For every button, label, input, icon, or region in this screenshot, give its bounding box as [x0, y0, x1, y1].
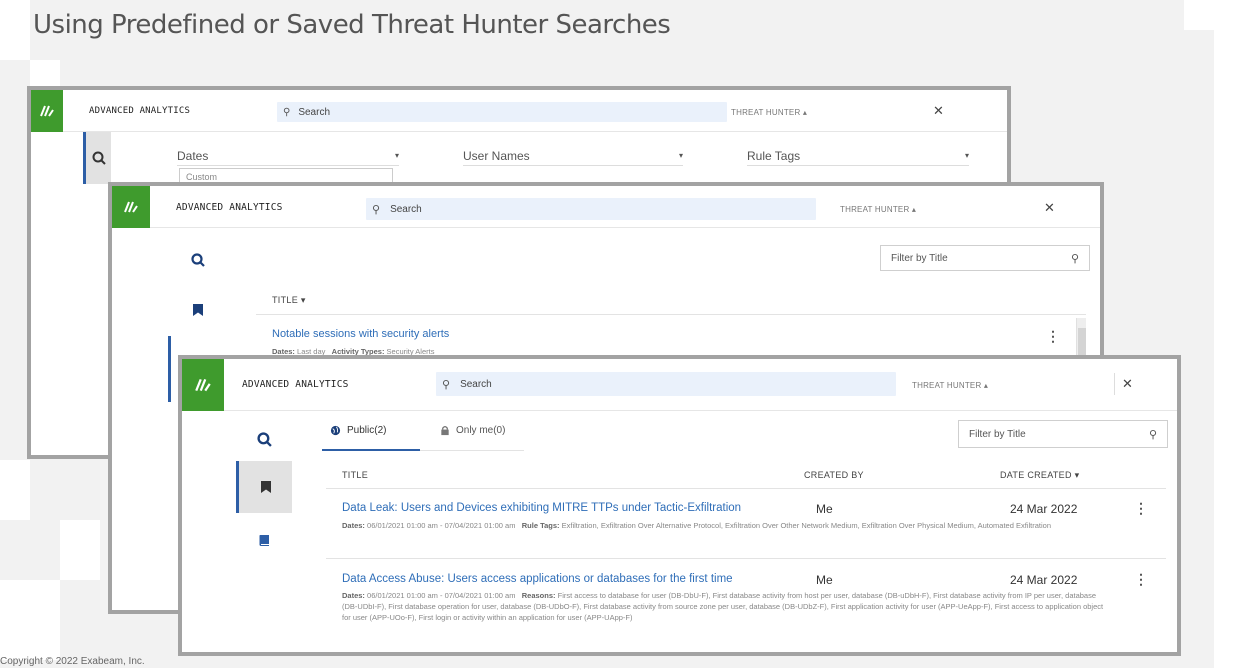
sidebar: [182, 411, 292, 652]
row-menu-button[interactable]: ⋮: [1134, 571, 1148, 588]
background-block: [0, 460, 30, 520]
search-input[interactable]: ⚲ Search: [366, 198, 816, 220]
active-tab-indicator: [322, 449, 420, 451]
rule-tags-dropdown[interactable]: Rule Tags ▾: [747, 146, 969, 166]
front-window: ADVANCED ANALYTICS ⚲ Search THREAT HUNTE…: [178, 355, 1181, 656]
tab-only-me[interactable]: Only me(0): [440, 425, 505, 436]
exabeam-logo: [31, 90, 63, 132]
search-icon: [191, 253, 205, 267]
created-by-value: Me: [816, 502, 833, 516]
close-button[interactable]: ✕: [1044, 201, 1055, 214]
filter-by-title-input[interactable]: Filter by Title ⚲: [880, 245, 1090, 271]
search-nav-button[interactable]: [236, 419, 292, 459]
search-icon: [256, 431, 272, 447]
search-icon: ⚲: [442, 378, 451, 391]
saved-searches-nav-button[interactable]: [176, 290, 220, 330]
filter-by-title-input[interactable]: Filter by Title ⚲: [958, 420, 1168, 448]
tab-public[interactable]: Public(2): [330, 425, 386, 436]
saved-search-link[interactable]: Data Access Abuse: Users access applicat…: [342, 573, 733, 585]
copyright: Copyright © 2022 Exabeam, Inc.: [0, 656, 145, 667]
brand-name: ADVANCED ANALYTICS: [89, 106, 191, 116]
header-divider: [256, 314, 1086, 315]
header-divider: [1114, 373, 1115, 395]
date-created-value: 24 Mar 2022: [1010, 502, 1078, 516]
background-block: [0, 0, 30, 60]
mode-menu[interactable]: THREAT HUNTER ▴: [840, 205, 916, 214]
search-input[interactable]: ⚲ Search: [436, 372, 896, 396]
close-button[interactable]: ✕: [1122, 377, 1133, 390]
date-created-value: 24 Mar 2022: [1010, 573, 1078, 587]
background-block: [0, 580, 60, 660]
column-header-date-created[interactable]: DATE CREATED ▾: [1000, 470, 1079, 481]
background-block: [1184, 0, 1244, 30]
mode-menu[interactable]: THREAT HUNTER ▴: [912, 381, 988, 390]
slide-title: Using Predefined or Saved Threat Hunter …: [33, 10, 671, 40]
row-menu-button[interactable]: ⋮: [1134, 500, 1148, 517]
search-icon: [92, 151, 106, 165]
sidebar: [31, 132, 111, 455]
mode-menu[interactable]: THREAT HUNTER ▴: [731, 108, 807, 117]
globe-icon: [330, 425, 341, 436]
active-nav-indicator: [168, 336, 171, 402]
search-meta: Dates: 06/01/2021 01:00 am - 07/04/2021 …: [342, 521, 1051, 530]
app-header: ADVANCED ANALYTICS ⚲ Search THREAT HUNTE…: [112, 186, 1100, 228]
search-input[interactable]: ⚲ Search: [277, 102, 727, 122]
exabeam-logo: [182, 359, 224, 411]
saved-search-link[interactable]: Notable sessions with security alerts: [272, 328, 449, 340]
header-divider: [326, 488, 1166, 489]
library-nav-button[interactable]: [236, 521, 292, 561]
close-button[interactable]: ✕: [933, 104, 944, 117]
logo-mark-icon: [124, 201, 138, 213]
search-icon: ⚲: [1148, 428, 1157, 441]
user-names-dropdown[interactable]: User Names ▾: [463, 146, 683, 166]
app-header: ADVANCED ANALYTICS ⚲ Search THREAT HUNTE…: [31, 90, 1007, 132]
brand-name: ADVANCED ANALYTICS: [242, 379, 349, 390]
row-menu-button[interactable]: ⋮: [1046, 328, 1060, 345]
dates-dropdown[interactable]: Dates ▾: [177, 146, 399, 166]
search-placeholder: Search: [390, 203, 422, 215]
brand-name: ADVANCED ANALYTICS: [176, 202, 283, 213]
logo-mark-icon: [195, 378, 211, 392]
search-icon: ⚲: [283, 106, 291, 118]
background-block: [1214, 30, 1244, 668]
column-header-title[interactable]: TITLE ▾: [272, 295, 306, 306]
row-divider: [326, 558, 1166, 559]
search-icon: ⚲: [372, 203, 381, 216]
background-block: [60, 520, 100, 580]
bookmark-icon: [193, 304, 203, 316]
tab-divider: [420, 450, 524, 451]
lock-icon: [441, 425, 449, 436]
search-placeholder: Search: [298, 106, 331, 118]
search-meta: Dates: 06/01/2021 01:00 am - 07/04/2021 …: [342, 591, 1104, 622]
column-header-title[interactable]: TITLE: [342, 470, 368, 480]
app-header: ADVANCED ANALYTICS ⚲ Search THREAT HUNTE…: [182, 359, 1177, 411]
bookmark-icon: [260, 481, 271, 493]
logo-mark-icon: [40, 105, 54, 117]
book-icon: [259, 535, 269, 546]
search-icon: ⚲: [1070, 252, 1079, 265]
search-nav-button[interactable]: [83, 132, 111, 184]
created-by-value: Me: [816, 573, 833, 587]
search-placeholder: Search: [460, 378, 492, 390]
search-nav-button[interactable]: [176, 240, 220, 280]
exabeam-logo: [112, 186, 150, 228]
saved-search-link[interactable]: Data Leak: Users and Devices exhibiting …: [342, 502, 741, 514]
saved-searches-nav-button[interactable]: [236, 461, 292, 513]
column-header-created-by[interactable]: CREATED BY: [804, 470, 864, 480]
